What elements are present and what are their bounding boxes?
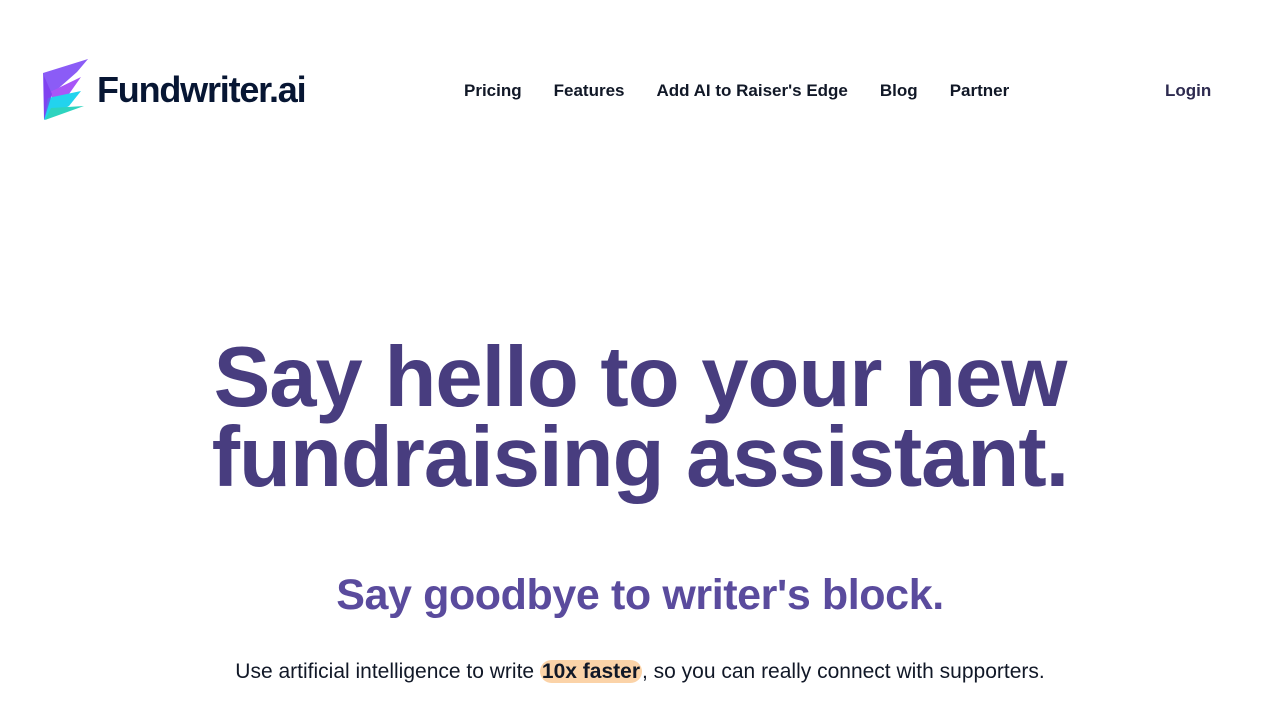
hero-headline-line-2: fundraising assistant. [211,410,1070,505]
hero-description: Use artificial intelligence to write 10x… [150,658,1130,686]
main-navigation: Pricing Features Add AI to Raiser's Edge… [448,78,1025,104]
nav-pricing-link[interactable]: Pricing [448,78,538,104]
login-link[interactable]: Login [1149,78,1227,104]
description-after-highlight: , so you can really connect with support… [642,660,1045,683]
nav-features-link[interactable]: Features [538,78,641,104]
hero-subtitle: Say goodbye to writer's block. [336,571,944,619]
description-before-highlight: Use artificial intelligence to write [235,660,540,683]
speed-highlight: 10x faster [539,660,642,683]
paper-plane-icon [43,59,88,120]
nav-blog-link[interactable]: Blog [864,78,934,104]
nav-partner-link[interactable]: Partner [934,78,1026,104]
site-header: Fundwriter.ai Pricing Features Add AI to… [0,0,1280,180]
nav-raisers-edge-link[interactable]: Add AI to Raiser's Edge [641,78,864,104]
fundwriter-logo-link[interactable]: Fundwriter.ai [42,58,307,120]
hero-headline-line-1: Say hello to your new [213,330,1068,425]
hero-headline: Say hello to your new fundraising assist… [140,330,1140,505]
logo-text: Fundwriter.ai [97,68,307,110]
